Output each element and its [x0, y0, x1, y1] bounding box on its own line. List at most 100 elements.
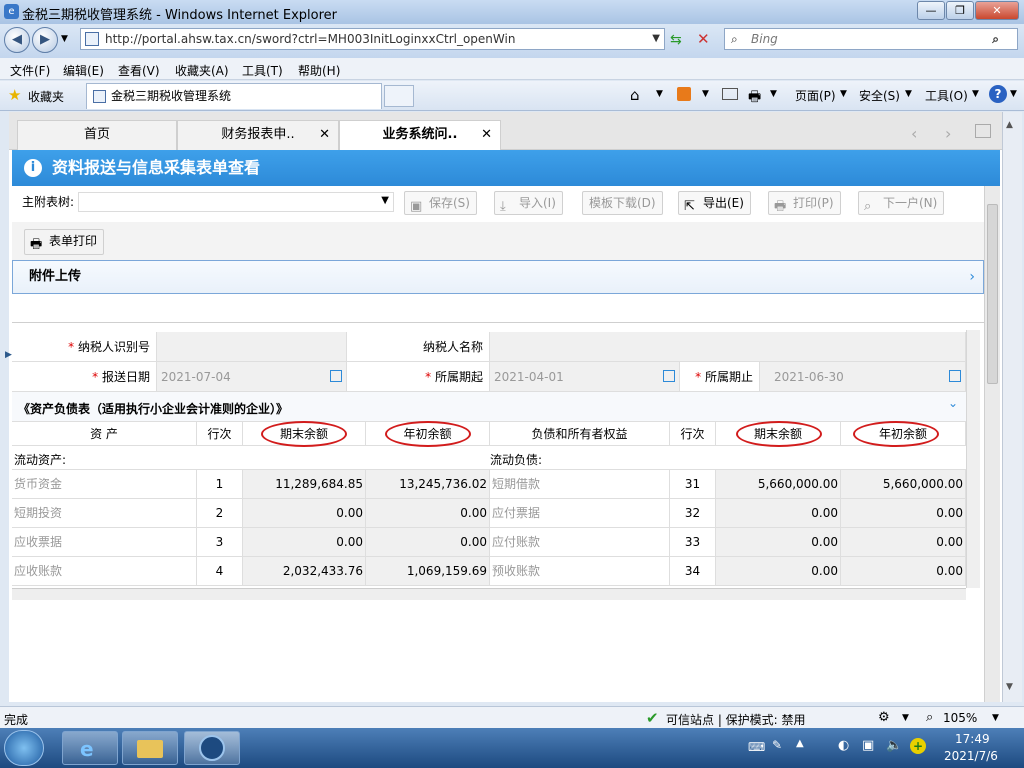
- menu-file[interactable]: 文件(F): [10, 62, 50, 79]
- menu-edit[interactable]: 编辑(E): [63, 62, 104, 79]
- browser-tab[interactable]: 金税三期税收管理系统: [86, 83, 382, 109]
- tree-select[interactable]: ▼: [78, 192, 394, 212]
- year-start-balance[interactable]: 13,245,736.02: [366, 470, 490, 498]
- close-tab-icon[interactable]: ✕: [481, 121, 492, 149]
- maximize-button[interactable]: ❐: [946, 1, 974, 20]
- report-date-field[interactable]: 2021-07-04: [157, 362, 347, 391]
- tray-expand-icon[interactable]: ▲: [796, 738, 804, 749]
- tab-business-query[interactable]: 业务系统问.. ✕: [339, 120, 501, 150]
- stop-icon[interactable]: ✕: [697, 30, 715, 48]
- scroll-down-icon[interactable]: ▼: [1006, 682, 1013, 692]
- browser-scrollbar[interactable]: ▲ ▼: [1002, 112, 1022, 702]
- minimize-button[interactable]: —: [917, 1, 945, 20]
- home-icon[interactable]: ⌂: [630, 86, 640, 104]
- year-start-balance[interactable]: 0.00: [841, 557, 966, 585]
- tools-menu[interactable]: 工具(O): [925, 87, 968, 104]
- tab-prev-icon[interactable]: ‹: [911, 124, 917, 143]
- url-dropdown-icon[interactable]: ▼: [652, 29, 660, 49]
- zoom-level[interactable]: 105%: [943, 711, 977, 725]
- security-dropdown-icon[interactable]: ▼: [902, 713, 909, 723]
- clock-time[interactable]: 17:49: [955, 732, 990, 746]
- volume-icon[interactable]: 🔈: [886, 738, 902, 753]
- refresh-icon[interactable]: ⇆: [670, 32, 688, 48]
- taskbar-ie[interactable]: e: [62, 731, 118, 765]
- home-dropdown-icon[interactable]: ▼: [656, 89, 663, 99]
- close-tab-icon[interactable]: ✕: [319, 121, 330, 149]
- safety-dropdown-icon[interactable]: ▼: [905, 89, 912, 99]
- rss-dropdown-icon[interactable]: ▼: [702, 89, 709, 99]
- collapse-icon[interactable]: ⌄: [948, 396, 958, 410]
- new-tab-button[interactable]: [384, 85, 414, 107]
- period-end-balance[interactable]: 0.00: [716, 499, 841, 527]
- clock-date[interactable]: 2021/7/6: [944, 749, 998, 763]
- maximize-panel-icon[interactable]: [975, 124, 991, 138]
- tray-icon[interactable]: ◐: [838, 738, 849, 753]
- chevron-right-icon[interactable]: ›: [969, 261, 975, 293]
- menu-help[interactable]: 帮助(H): [298, 62, 340, 79]
- form-print-button[interactable]: 🖶 表单打印: [24, 229, 105, 255]
- year-start-balance[interactable]: 0.00: [841, 499, 966, 527]
- security-tray-icon[interactable]: +: [910, 738, 926, 754]
- print-dropdown-icon[interactable]: ▼: [770, 89, 777, 99]
- year-start-balance[interactable]: 5,660,000.00: [841, 470, 966, 498]
- calendar-icon[interactable]: [330, 370, 342, 382]
- export-button[interactable]: ⇱ 导出(E): [678, 191, 751, 215]
- calendar-icon[interactable]: [949, 370, 961, 382]
- safety-menu[interactable]: 安全(S): [859, 87, 900, 104]
- network-icon[interactable]: ▣: [862, 738, 874, 753]
- import-button[interactable]: ⤓ 导入(I): [494, 191, 563, 215]
- period-end-balance[interactable]: 0.00: [716, 557, 841, 585]
- period-end-balance[interactable]: 0.00: [243, 499, 366, 527]
- next-taxpayer-button[interactable]: ⌕ 下一户(N): [858, 191, 945, 215]
- search-input[interactable]: ⌕ Bing ⌕: [724, 28, 1018, 50]
- help-icon[interactable]: ?: [989, 85, 1007, 103]
- year-start-balance[interactable]: 1,069,159.69: [366, 557, 490, 585]
- security-icon[interactable]: ⚙: [878, 710, 890, 725]
- tab-next-icon[interactable]: ›: [945, 124, 951, 143]
- ime-icon[interactable]: ✎: [772, 738, 782, 752]
- year-start-balance[interactable]: 0.00: [841, 528, 966, 556]
- taskbar-explorer[interactable]: [122, 731, 178, 765]
- horizontal-scrollbar[interactable]: [12, 588, 966, 600]
- page-menu[interactable]: 页面(P): [795, 87, 836, 104]
- taxpayer-id-field[interactable]: [157, 332, 347, 361]
- year-start-balance[interactable]: 0.00: [366, 528, 490, 556]
- keyboard-icon[interactable]: ⌨: [748, 740, 765, 754]
- print-button[interactable]: 🖶 打印(P): [768, 191, 841, 215]
- tools-dropdown-icon[interactable]: ▼: [972, 89, 979, 99]
- period-end-balance[interactable]: 0.00: [243, 528, 366, 556]
- panel-scrollbar[interactable]: [984, 186, 1000, 702]
- period-end-balance[interactable]: 0.00: [716, 528, 841, 556]
- tab-home[interactable]: 首页: [17, 120, 177, 150]
- menu-favorites[interactable]: 收藏夹(A): [175, 62, 229, 79]
- menu-view[interactable]: 查看(V): [118, 62, 160, 79]
- close-window-button[interactable]: ✕: [975, 1, 1019, 20]
- year-start-balance[interactable]: 0.00: [366, 499, 490, 527]
- save-button[interactable]: ▣ 保存(S): [404, 191, 477, 215]
- side-collapse-icon[interactable]: ▶: [5, 350, 12, 360]
- menu-tools[interactable]: 工具(T): [242, 62, 283, 79]
- period-end-field[interactable]: 2021-06-30: [760, 362, 966, 391]
- page-dropdown-icon[interactable]: ▼: [840, 89, 847, 99]
- attachment-upload-section[interactable]: 附件上传 ›: [12, 260, 984, 294]
- back-button[interactable]: ◀: [4, 27, 30, 53]
- start-button[interactable]: [4, 730, 44, 766]
- period-start-field[interactable]: 2021-04-01: [490, 362, 680, 391]
- recent-pages-icon[interactable]: ▼: [61, 34, 68, 44]
- template-download-button[interactable]: 模板下载(D): [582, 191, 663, 215]
- rss-icon[interactable]: [677, 87, 691, 101]
- form-scrollbar[interactable]: [966, 330, 980, 588]
- mail-icon[interactable]: [722, 88, 738, 100]
- taskbar-ie-active[interactable]: [184, 731, 240, 765]
- zoom-dropdown-icon[interactable]: ▼: [992, 713, 999, 723]
- calendar-icon[interactable]: [663, 370, 675, 382]
- url-field[interactable]: http://portal.ahsw.tax.cn/sword?ctrl=MH0…: [80, 28, 665, 50]
- search-go-icon[interactable]: ⌕: [992, 29, 999, 49]
- period-end-balance[interactable]: 11,289,684.85: [243, 470, 366, 498]
- scroll-up-icon[interactable]: ▲: [1006, 120, 1013, 130]
- zoom-icon[interactable]: ⌕: [926, 710, 933, 725]
- forward-button[interactable]: ▶: [32, 27, 58, 53]
- help-dropdown-icon[interactable]: ▼: [1010, 89, 1017, 99]
- scroll-thumb[interactable]: [987, 204, 998, 384]
- period-end-balance[interactable]: 5,660,000.00: [716, 470, 841, 498]
